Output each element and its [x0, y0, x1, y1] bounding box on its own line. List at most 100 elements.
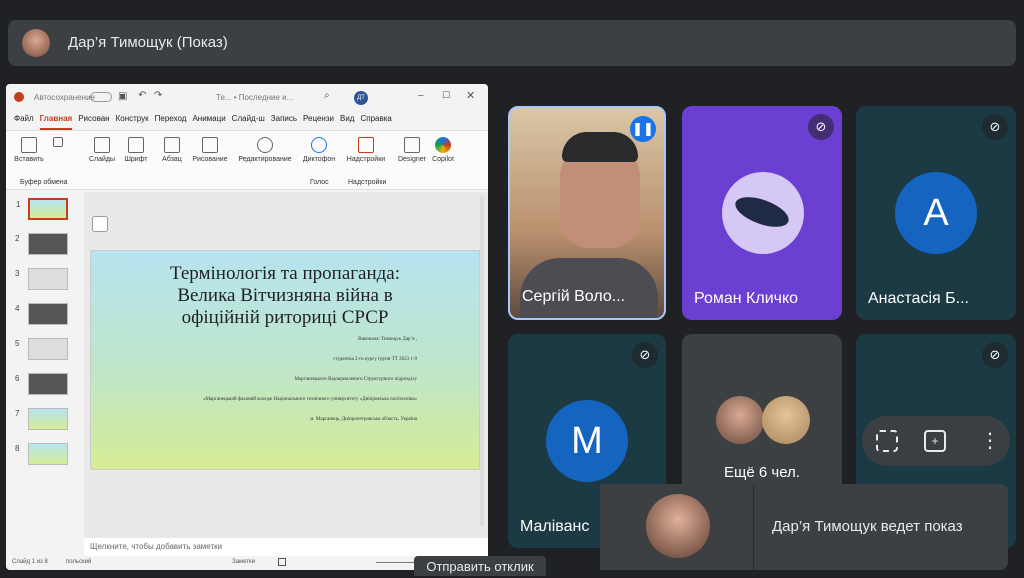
autosave-toggle[interactable]: [90, 92, 112, 102]
notes-button[interactable]: Заметки: [232, 559, 255, 565]
thumbnail-number: 5: [15, 339, 20, 348]
addins-button[interactable]: Надстройки: [344, 137, 388, 163]
copilot-button[interactable]: Copilot: [428, 137, 458, 163]
slide-thumbnail[interactable]: 7: [15, 408, 68, 430]
cut-copy-group[interactable]: [50, 137, 66, 150]
ribbon-tab[interactable]: Вид: [340, 114, 354, 130]
ribbon-tab[interactable]: Файл: [14, 114, 34, 130]
more-count: Ещё 6 чел.: [724, 464, 800, 481]
send-feedback-button[interactable]: Отправить отклик: [414, 556, 546, 576]
group-clipboard-label: Буфер обмена: [20, 179, 68, 186]
slide-info-college: «Марганецький фаховий коледж Національно…: [203, 397, 417, 402]
language: польский: [66, 559, 92, 565]
mic-off-icon: ⊘: [632, 342, 658, 368]
doc-title: Те... • Последние и...: [216, 93, 294, 102]
frame-person-icon[interactable]: [876, 430, 898, 452]
ribbon-tab[interactable]: Главная: [39, 114, 73, 130]
undo-icon[interactable]: ↶: [138, 90, 146, 101]
participant-tile-speaking[interactable]: ❚❚ Сергій Воло...: [508, 106, 666, 320]
participant-name: Анастасія Б...: [868, 290, 969, 307]
more-options-icon[interactable]: ⋮: [980, 428, 1000, 453]
slide-thumbnails: 1 2 3 4 5 6 7 8: [6, 192, 78, 552]
slide-thumbnail[interactable]: 1: [16, 198, 68, 220]
slide-thumbnail[interactable]: 3: [15, 268, 68, 290]
ppt-logo-icon: [14, 92, 24, 102]
save-icon[interactable]: ▣: [118, 91, 127, 102]
slide-thumbnail[interactable]: 2: [15, 233, 68, 255]
participant-tile[interactable]: ⊘ Роман Кличко: [682, 106, 842, 320]
group-voice-label: Голос: [310, 179, 329, 186]
slide-info-author: Виконала: Тимощук Дар’я ,: [358, 337, 417, 342]
participant-hair: [562, 132, 638, 162]
user-avatar[interactable]: ДТ: [354, 91, 368, 105]
presenter-thumbnail: [600, 484, 754, 570]
microphone-icon: [311, 137, 327, 153]
group-addins-label: Надстройки: [348, 179, 387, 186]
clipboard-icon: [21, 137, 37, 153]
paragraph-button[interactable]: Абзац: [156, 137, 188, 163]
close-icon[interactable]: ✕: [466, 89, 475, 102]
search-icon: [257, 137, 273, 153]
font-icon: [128, 137, 144, 153]
thumbnail-number: 1: [16, 200, 21, 209]
current-slide[interactable]: Термінологія та пропаганда: Велика Вітчи…: [90, 250, 480, 470]
redo-icon[interactable]: ↷: [154, 90, 162, 101]
addins-icon: [358, 137, 374, 153]
presenting-label: Дар’я Тимощук ведет показ: [772, 518, 963, 535]
ribbon-tab[interactable]: Слайд-ш: [232, 114, 265, 130]
layout-icon[interactable]: [92, 216, 108, 232]
drawing-button[interactable]: Рисование: [190, 137, 230, 163]
presenting-banner: Дар’я Тимощук ведет показ: [600, 484, 1008, 570]
slides-icon: [94, 137, 110, 153]
ribbon-tabs: Файл Главная Рисован Конструк Переход Анимаци…: [6, 114, 488, 130]
powerpoint-window: Автосохранение ▣ ↶ ↷ Те... • Последние и…: [6, 84, 488, 570]
slide-thumbnail[interactable]: 6: [15, 373, 68, 395]
slide-info-division: Марганецького Відокремленого Структурног…: [294, 377, 418, 382]
slide-thumbnail[interactable]: 8: [15, 443, 68, 465]
presenter-avatar: [22, 29, 50, 57]
ribbon-tab[interactable]: Конструк: [116, 114, 149, 130]
ppt-titlebar: Автосохранение ▣ ↶ ↷ Те... • Последние и…: [6, 84, 488, 112]
paste-button[interactable]: Вставить: [14, 137, 44, 163]
slide-thumbnail[interactable]: 4: [15, 303, 68, 325]
slide-count: Слайд 1 из 8: [12, 559, 48, 565]
ribbon-tab[interactable]: Рецензи: [303, 114, 334, 130]
ribbon-tab[interactable]: Рисован: [78, 114, 109, 130]
slide-thumbnail[interactable]: 5: [15, 338, 68, 360]
avatar: [762, 396, 810, 444]
presenter-title: Дар’я Тимощук (Показ): [68, 34, 228, 51]
copy-icon: [53, 137, 63, 147]
slide-info-city: м. Марганець, Дніпропетровська область, …: [310, 417, 417, 422]
dictation-button[interactable]: Диктофон: [300, 137, 338, 163]
slide-scrollbar[interactable]: [480, 196, 484, 526]
designer-button[interactable]: Designer: [396, 137, 428, 163]
ribbon-tab[interactable]: Справка: [360, 114, 391, 130]
mic-off-icon: ⊘: [808, 114, 834, 140]
participant-name: Роман Кличко: [694, 290, 799, 307]
avatar: [716, 396, 764, 444]
editing-button[interactable]: Редактирование: [234, 137, 296, 163]
ribbon: Вставить Слайды Шрифт Абзац Рисование Ре…: [6, 130, 488, 190]
ribbon-tab[interactable]: Запись: [271, 114, 297, 130]
slides-button[interactable]: Слайды: [86, 137, 118, 163]
search-icon[interactable]: ⌕: [324, 90, 330, 101]
slide-info-student: студентка 2-го курсу групи ТТ 2023 1-9: [333, 357, 417, 362]
tile-toolbar: + ⋮: [862, 416, 1010, 466]
participant-name: Сергій Воло...: [522, 288, 626, 305]
slide-editor: Термінологія та пропаганда: Велика Вітчи…: [84, 192, 488, 538]
autosave-label: Автосохранение: [34, 93, 95, 102]
ribbon-tab[interactable]: Переход: [155, 114, 187, 130]
thumbnail-number: 6: [15, 374, 20, 383]
ribbon-tab[interactable]: Анимаци: [192, 114, 225, 130]
slide-title: Термінологія та пропаганда: Велика Вітчи…: [169, 263, 401, 328]
add-image-icon[interactable]: +: [924, 430, 946, 452]
font-button[interactable]: Шрифт: [120, 137, 152, 163]
maximize-icon[interactable]: ☐: [442, 90, 450, 101]
notes-field[interactable]: Щелкните, чтобы добавить заметки: [84, 538, 488, 556]
minimize-icon[interactable]: –: [418, 90, 424, 101]
shapes-icon: [202, 137, 218, 153]
thumbnail-number: 7: [15, 409, 20, 418]
participant-tile[interactable]: А ⊘ Анастасія Б...: [856, 106, 1016, 320]
designer-icon: [404, 137, 420, 153]
view-normal-icon[interactable]: [278, 558, 286, 566]
